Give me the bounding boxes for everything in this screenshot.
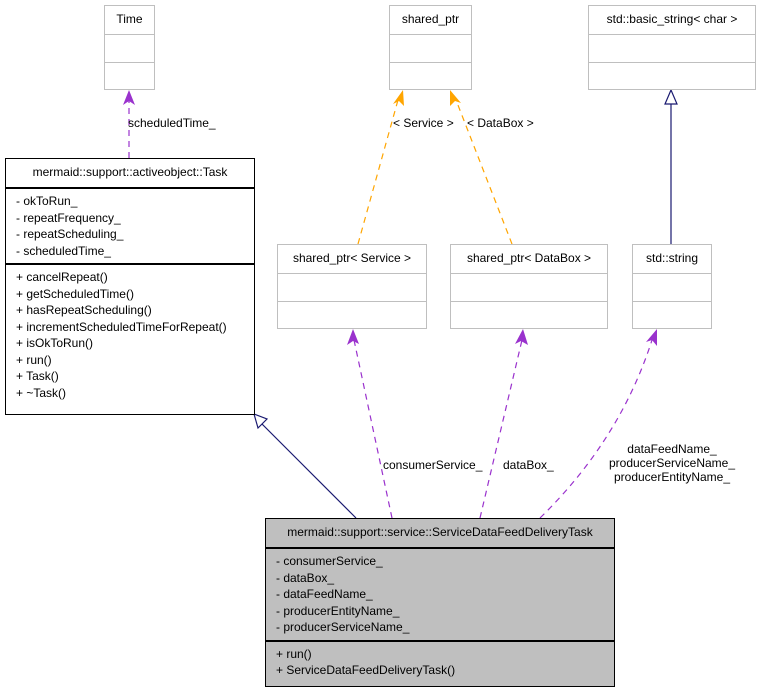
attributes-section xyxy=(633,274,711,302)
edge-delivery-string xyxy=(539,339,653,519)
class-name: shared_ptr< DataBox > xyxy=(451,245,607,274)
methods-section: + cancelRepeat() + getScheduledTime() + … xyxy=(6,265,254,405)
attributes-section xyxy=(278,274,426,302)
class-box-shared-ptr-service[interactable]: shared_ptr< Service > xyxy=(277,244,427,329)
class-name: mermaid::support::service::ServiceDataFe… xyxy=(266,519,614,549)
edge-delivery-service xyxy=(353,339,393,519)
edge-label-data-box: dataBox_ xyxy=(503,458,554,472)
class-box-shared-ptr[interactable]: shared_ptr xyxy=(389,5,472,90)
methods-section: + run() + ServiceDataFeedDeliveryTask() xyxy=(266,642,614,683)
methods-section xyxy=(278,302,426,329)
class-name: std::basic_string< char > xyxy=(589,6,755,35)
method: + ~Task() xyxy=(16,385,67,400)
attributes-section: - consumerService_ - dataBox_ - dataFeed… xyxy=(266,549,614,642)
edge-delivery-task xyxy=(261,423,357,519)
arrowhead-delivery-string xyxy=(646,329,657,346)
attribute: - dataFeedName_ xyxy=(276,587,373,601)
method: + getScheduledTime() xyxy=(16,286,134,301)
edge-label-consumer-service: consumerService_ xyxy=(383,458,483,472)
attribute: - producerEntityName_ xyxy=(276,603,400,618)
methods-section xyxy=(390,63,471,90)
attribute: - repeatFrequency_ xyxy=(16,210,121,225)
arrowhead-service-sharedptr xyxy=(393,90,404,106)
edge-service-sharedptr xyxy=(357,99,399,245)
attributes-section xyxy=(390,35,471,63)
attribute: - repeatScheduling_ xyxy=(16,227,124,241)
attribute: - dataBox_ xyxy=(276,570,335,585)
attributes-section xyxy=(105,35,154,63)
class-box-time[interactable]: Time xyxy=(104,5,155,90)
edge-label-producer-service-name: producerServiceName_ xyxy=(608,456,736,470)
method: + Task() xyxy=(16,369,59,383)
class-name: std::string xyxy=(633,245,711,274)
class-box-std-string[interactable]: std::string xyxy=(632,244,712,329)
attributes-section: - okToRun_ - repeatFrequency_ - repeatSc… xyxy=(6,189,254,265)
class-box-basic-string[interactable]: std::basic_string< char > xyxy=(588,5,756,90)
class-name: shared_ptr xyxy=(390,6,471,35)
methods-section xyxy=(589,63,755,90)
edge-label-template-databox: < DataBox > xyxy=(467,116,534,130)
arrowhead-databox-sharedptr xyxy=(450,90,461,106)
arrowhead-delivery-service xyxy=(347,329,359,345)
edge-label-producer-entity-name: producerEntityName_ xyxy=(613,470,731,484)
edge-delivery-databox xyxy=(479,339,523,519)
method: + run() xyxy=(16,352,52,367)
attributes-section xyxy=(451,274,607,302)
class-name: shared_ptr< Service > xyxy=(278,245,426,274)
attributes-section xyxy=(589,35,755,63)
method: + hasRepeatScheduling() xyxy=(16,303,152,317)
methods-section xyxy=(633,302,711,329)
method: + incrementScheduledTimeForRepeat() xyxy=(16,319,227,334)
class-box-service-data-feed-delivery-task[interactable]: mermaid::support::service::ServiceDataFe… xyxy=(265,518,615,687)
method: + cancelRepeat() xyxy=(16,270,108,284)
class-box-task[interactable]: mermaid::support::activeobject::Task - o… xyxy=(5,158,255,415)
attribute: - producerServiceName_ xyxy=(276,620,410,634)
attribute: - consumerService_ xyxy=(276,554,383,568)
arrowhead-delivery-task xyxy=(253,413,269,430)
method: + ServiceDataFeedDeliveryTask() xyxy=(276,663,456,677)
class-name: mermaid::support::activeobject::Task xyxy=(6,159,254,189)
attribute: - okToRun_ xyxy=(16,194,78,208)
class-name: Time xyxy=(105,6,154,35)
edge-label-scheduled-time: scheduledTime_ xyxy=(128,116,216,130)
attribute: - scheduledTime_ xyxy=(16,243,111,258)
methods-section xyxy=(105,63,154,90)
method: + isOkToRun() xyxy=(16,336,94,350)
edge-label-string-members: dataFeedName_ producerServiceName_ produ… xyxy=(604,442,740,484)
class-box-shared-ptr-databox[interactable]: shared_ptr< DataBox > xyxy=(450,244,608,329)
methods-section xyxy=(451,302,607,329)
edge-label-template-service: < Service > xyxy=(393,116,454,130)
edge-label-data-feed-name: dataFeedName_ xyxy=(627,442,717,456)
arrowhead-string-basicstring xyxy=(664,88,678,105)
method: + run() xyxy=(276,646,312,661)
